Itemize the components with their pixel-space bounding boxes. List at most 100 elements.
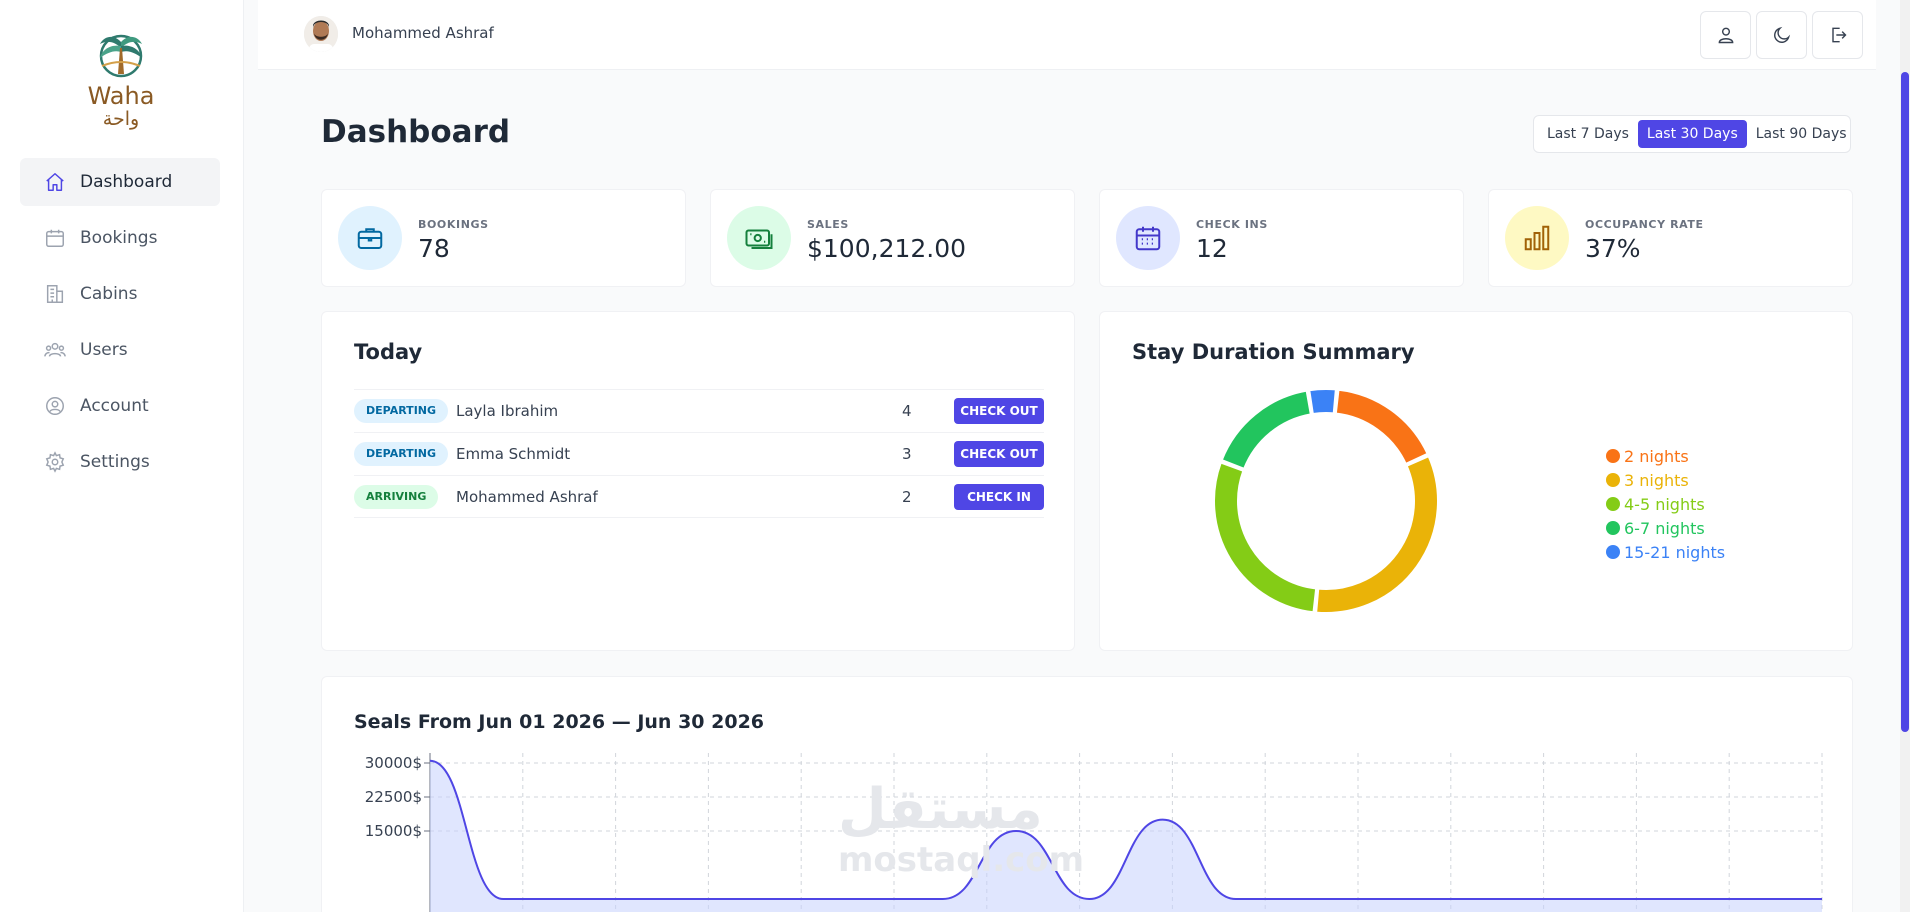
donut-slice-15-21-nights[interactable] (1308, 388, 1337, 416)
stat-value: 12 (1196, 234, 1228, 263)
donut-slice-2-nights[interactable] (1334, 388, 1429, 466)
user-icon (1718, 27, 1733, 44)
sidebar-item-cabins[interactable]: Cabins (20, 270, 220, 318)
watermark-arabic: مستقل (838, 777, 1043, 842)
check-out-button[interactable]: CHECK OUT (954, 398, 1044, 424)
status-badge: DEPARTING (354, 399, 449, 423)
banknote-icon (745, 229, 773, 249)
building-icon (44, 283, 66, 305)
date-range-filter: Last 7 Days Last 30 Days Last 90 Days (1533, 115, 1851, 153)
check-in-button[interactable]: CHECK IN (954, 483, 1044, 510)
status-badge: ARRIVING (354, 484, 439, 509)
donut-slice-4-5-nights[interactable] (1213, 461, 1318, 614)
logout-button[interactable] (1812, 11, 1863, 59)
stat-value: 78 (418, 234, 450, 263)
legend-item[interactable]: 6-7 nights (1606, 516, 1725, 540)
guest-name: Mohammed Ashraf (456, 487, 598, 506)
sales-area-fill (430, 760, 1822, 912)
sidebar-item-label: Dashboard (80, 172, 173, 192)
stat-value: $100,212.00 (807, 234, 967, 263)
legend-label: 15-21 nights (1624, 542, 1726, 562)
check-out-button[interactable]: CHECK OUT (954, 441, 1044, 467)
sales-chart-card: Seals From Jun 01 2026 — Jun 30 2026 300… (321, 676, 1853, 912)
list-item: DEPARTING Emma Schmidt 3 CHECK OUT (354, 432, 1044, 475)
sidebar-item-users[interactable]: Users (20, 326, 220, 374)
gear-icon (44, 451, 66, 473)
filter-last-30-days[interactable]: Last 30 Days (1637, 120, 1747, 148)
guest-name: Emma Schmidt (456, 445, 571, 463)
sidebar-item-label: Bookings (80, 228, 158, 248)
sidebar-nav: Dashboard Bookings Cabins Users Account (20, 158, 220, 494)
donut-slice-6-7-nights[interactable] (1220, 389, 1312, 471)
legend-dot (1606, 473, 1620, 487)
stay-duration-donut (1213, 388, 1439, 614)
legend-item[interactable]: 4-5 nights (1606, 492, 1725, 516)
stat-icon-circle (1116, 206, 1180, 270)
nights-count: 4 (902, 402, 912, 420)
sales-area-chart: 30000$ 22500$ 15000$ (365, 753, 1823, 912)
legend-dot (1606, 521, 1620, 535)
stat-card-bookings: BOOKINGS 78 (321, 189, 686, 287)
sidebar-item-label: Users (80, 340, 128, 360)
logout-icon (1831, 27, 1847, 43)
status-badge: DEPARTING (354, 442, 449, 466)
calendar-icon (44, 227, 66, 249)
guest-name: Layla Ibrahim (456, 402, 559, 420)
sidebar-item-label: Account (80, 396, 149, 416)
sidebar-item-label: Settings (80, 452, 150, 472)
stay-duration-card: Stay Duration Summary 2 nights 3 nights 4-… (1099, 311, 1853, 651)
bar-chart-icon (1524, 225, 1550, 251)
legend-dot (1606, 497, 1620, 511)
stat-card-occupancy: OCCUPANCY RATE 37% (1488, 189, 1853, 287)
calendar-icon (1135, 226, 1161, 251)
chart-legend: 2 nights 3 nights 4-5 nights 6-7 nights 15-2… (1606, 444, 1725, 564)
scrollbar[interactable] (1900, 0, 1910, 912)
legend-dot (1606, 545, 1620, 559)
profile-button[interactable] (1700, 11, 1751, 59)
page-title: Dashboard (321, 114, 511, 150)
home-icon (44, 171, 66, 193)
user-circle-icon (44, 395, 66, 417)
legend-item[interactable]: 2 nights (1606, 444, 1725, 468)
nights-count: 3 (902, 445, 912, 463)
watermark: مستقل mostaql.com (838, 777, 1085, 881)
dark-mode-button[interactable] (1756, 11, 1807, 59)
y-tick-label: 22500$ (365, 788, 422, 806)
stat-icon-circle (1505, 206, 1569, 270)
today-card: Today DEPARTING Layla Ibrahim 4 CHECK OU… (321, 311, 1075, 651)
nights-count: 2 (902, 487, 912, 506)
stat-label: OCCUPANCY RATE (1585, 218, 1704, 231)
stat-label: SALES (807, 218, 849, 231)
top-header: Mohammed Ashraf (258, 0, 1876, 70)
avatar-image (304, 16, 338, 52)
sidebar-item-account[interactable]: Account (20, 382, 220, 430)
donut-slice-3-nights[interactable] (1315, 454, 1439, 614)
today-list: DEPARTING Layla Ibrahim 4 CHECK OUT DEPA… (354, 389, 1044, 518)
y-tick-label: 30000$ (365, 754, 422, 772)
sales-chart-title: Seals From Jun 01 2026 — Jun 30 2026 (354, 711, 765, 733)
sidebar-item-bookings[interactable]: Bookings (20, 214, 220, 262)
scrollbar-thumb[interactable] (1901, 72, 1909, 732)
stat-icon-circle (338, 206, 402, 270)
legend-label: 3 nights (1624, 470, 1689, 490)
sidebar-item-settings[interactable]: Settings (20, 438, 220, 486)
stat-value: 37% (1585, 234, 1641, 263)
user-name: Mohammed Ashraf (352, 24, 494, 42)
sidebar-item-dashboard[interactable]: Dashboard (20, 158, 220, 206)
filter-last-7-days[interactable]: Last 7 Days (1538, 120, 1638, 148)
legend-label: 6-7 nights (1624, 518, 1705, 538)
filter-last-90-days[interactable]: Last 90 Days (1747, 120, 1856, 148)
sidebar-item-label: Cabins (80, 284, 138, 304)
legend-label: 2 nights (1624, 446, 1689, 466)
legend-item[interactable]: 3 nights (1606, 468, 1725, 492)
legend-dot (1606, 449, 1620, 463)
legend-label: 4-5 nights (1624, 494, 1705, 514)
avatar[interactable] (304, 16, 338, 52)
sidebar: Waha واحة Dashboard Bookings Cabins User… (0, 0, 244, 912)
moon-icon (1773, 26, 1790, 43)
stay-duration-title: Stay Duration Summary (1132, 340, 1415, 364)
watermark-text: mostaql.com (838, 840, 1085, 880)
legend-item[interactable]: 15-21 nights (1606, 540, 1725, 564)
brand-logo[interactable]: Waha واحة (80, 28, 162, 136)
stat-icon-circle (727, 206, 791, 270)
